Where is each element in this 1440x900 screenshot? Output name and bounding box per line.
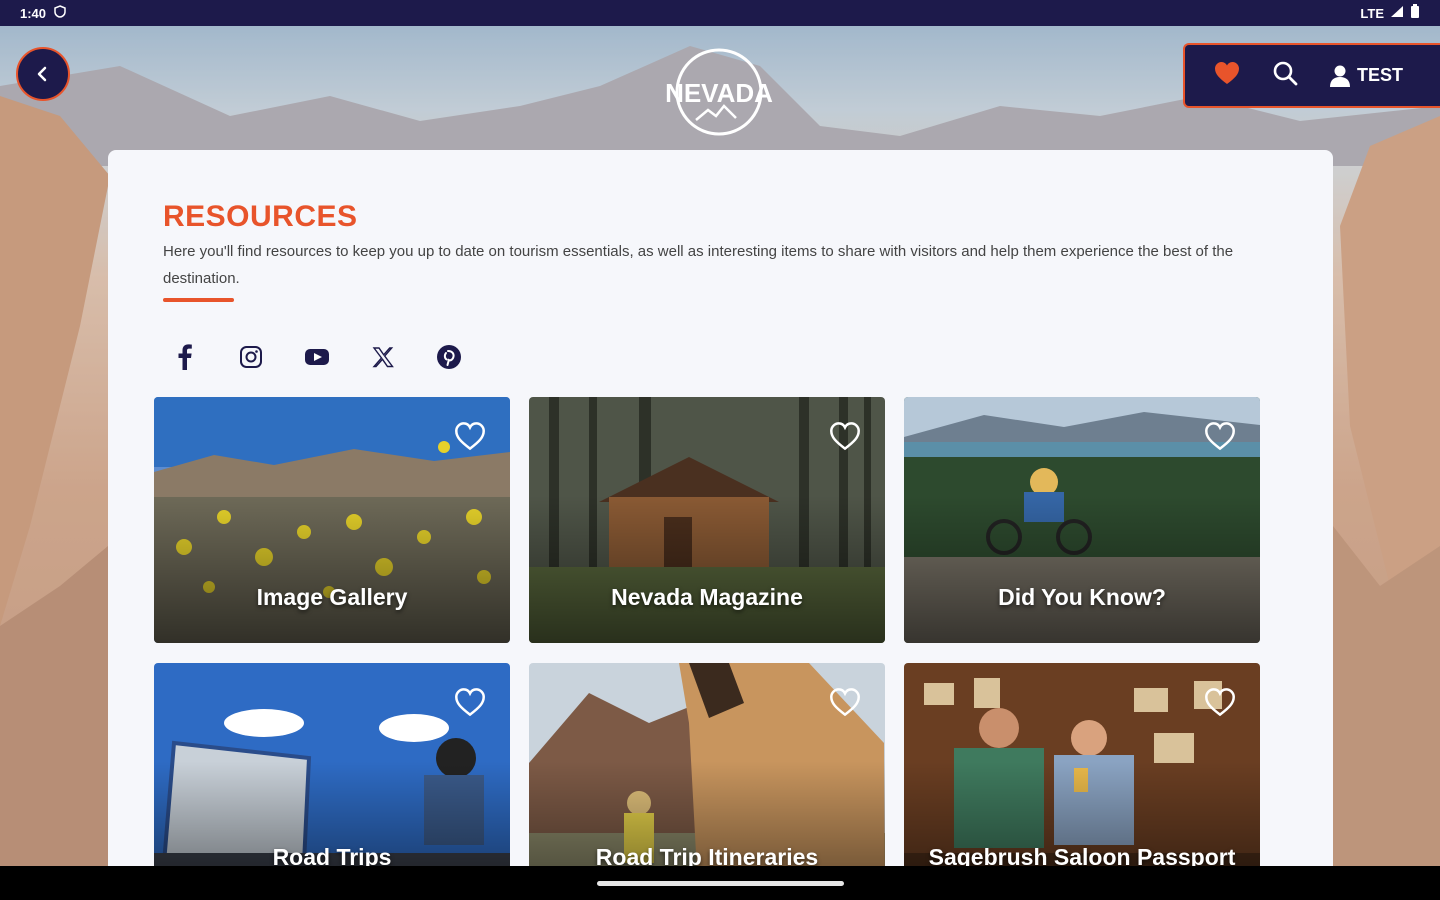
back-button[interactable] [16, 47, 70, 101]
tile-sagebrush-saloon-passport[interactable]: Sagebrush Saloon Passport [904, 663, 1260, 866]
account-button[interactable]: TEST [1329, 64, 1403, 88]
heart-outline-icon[interactable] [829, 687, 861, 717]
tile-did-you-know[interactable]: Did You Know? [904, 397, 1260, 643]
home-gesture-handle[interactable] [597, 881, 844, 886]
tile-label: Sagebrush Saloon Passport [928, 844, 1236, 866]
tile-label: Road Trip Itineraries [595, 844, 819, 866]
pinterest-icon[interactable] [432, 340, 466, 374]
instagram-icon[interactable] [234, 340, 268, 374]
facebook-icon[interactable] [168, 340, 202, 374]
youtube-icon[interactable] [300, 340, 334, 374]
nevada-logo: NEVADA [664, 46, 774, 138]
account-label: TEST [1357, 65, 1404, 85]
title-underline [163, 298, 234, 302]
search-icon[interactable] [1271, 59, 1299, 92]
heart-outline-icon[interactable] [454, 421, 486, 451]
battery-icon [1410, 4, 1420, 22]
tile-label: Image Gallery [256, 584, 408, 610]
top-toolbar: TEST [1183, 43, 1440, 108]
tile-image-gallery[interactable]: Image Gallery [154, 397, 510, 643]
tile-label: Road Trips [272, 844, 392, 866]
system-nav-bar [0, 866, 1440, 900]
resources-description: Here you'll find resources to keep you u… [163, 243, 1234, 287]
network-label: LTE [1360, 5, 1384, 21]
social-links [168, 340, 466, 374]
heart-outline-icon[interactable] [829, 421, 861, 451]
heart-outline-icon[interactable] [1204, 687, 1236, 717]
tile-road-trips[interactable]: Road Trips [154, 663, 510, 866]
chevron-left-icon [37, 66, 47, 82]
x-icon[interactable] [366, 340, 400, 374]
shield-icon [54, 5, 66, 21]
heart-outline-icon[interactable] [1204, 421, 1236, 451]
heart-icon[interactable] [1213, 60, 1241, 91]
resources-card: RESOURCES Here you'll find resources to … [108, 150, 1333, 866]
page-title: RESOURCES [163, 200, 358, 233]
svg-text:NEVADA: NEVADA [665, 78, 773, 108]
signal-icon [1390, 5, 1404, 21]
tile-road-trip-itineraries[interactable]: Road Trip Itineraries [529, 663, 885, 866]
heart-outline-icon[interactable] [454, 687, 486, 717]
status-bar: 1:40 LTE [0, 0, 1440, 26]
tile-label: Nevada Magazine [611, 584, 803, 610]
user-icon [1330, 65, 1350, 87]
tile-label: Did You Know? [998, 584, 1166, 610]
tile-nevada-magazine[interactable]: Nevada Magazine [529, 397, 885, 643]
status-time: 1:40 [20, 5, 47, 21]
